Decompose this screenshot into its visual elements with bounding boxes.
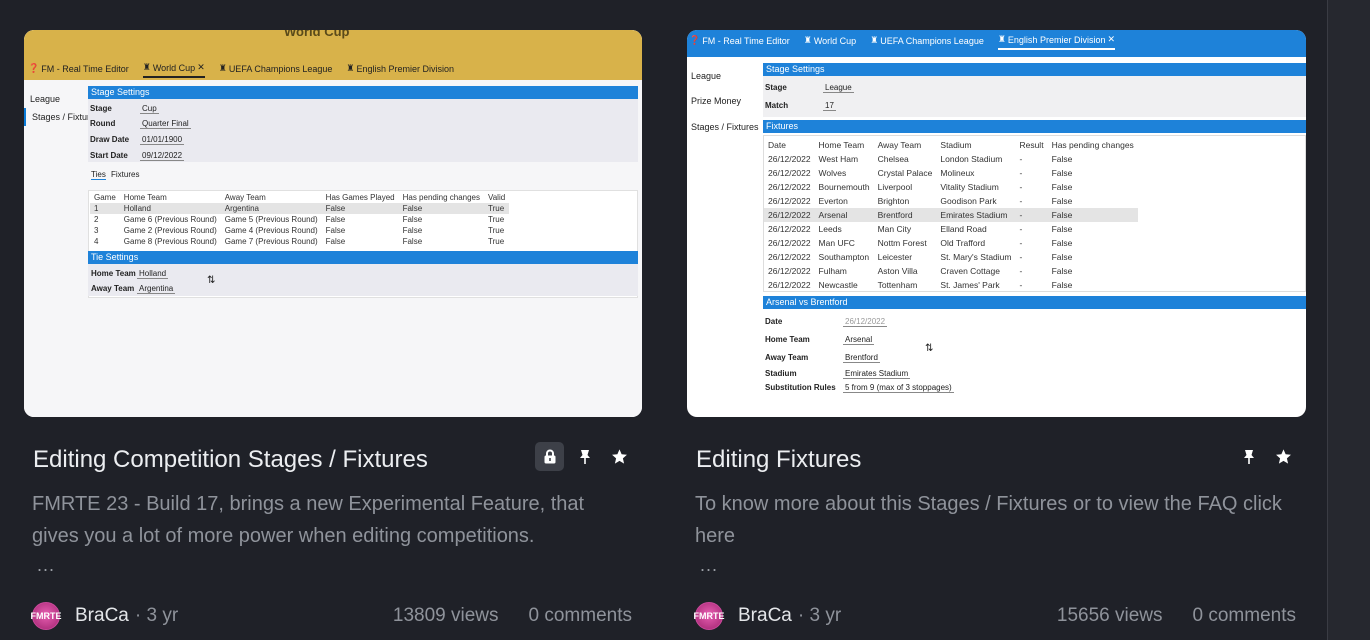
comments-count[interactable]: 0 comments bbox=[1193, 605, 1296, 627]
swap-icon: ⇅ bbox=[925, 343, 934, 354]
article-card[interactable]: World Cup ❓ FM - Real Time Editor ♜ World … bbox=[24, 30, 642, 640]
article-thumbnail[interactable]: ❓ FM - Real Time Editor ♜ World Cup ♜ UEFA … bbox=[687, 30, 1306, 417]
pin-icon[interactable] bbox=[1234, 442, 1263, 471]
views-count: 15656 views bbox=[1056, 605, 1163, 626]
article-thumbnail[interactable]: World Cup ❓ FM - Real Time Editor ♜ World … bbox=[24, 30, 642, 417]
star-icon[interactable] bbox=[1269, 442, 1298, 471]
thumbnail-sidebar: League Prize Money Stages / Fixtures bbox=[691, 71, 759, 132]
more-ellipsis[interactable]: ... bbox=[37, 555, 55, 576]
tab-epl: ♜ English Premier Division bbox=[346, 63, 455, 74]
section-fixtures: Fixtures bbox=[763, 120, 1306, 133]
post-age: · 3 yr bbox=[797, 605, 842, 626]
tab-fm: ❓ FM - Real Time Editor bbox=[689, 35, 790, 46]
post-age: · 3 yr bbox=[134, 605, 179, 626]
section-match: Arsenal vs Brentford bbox=[763, 296, 1306, 309]
ties-table: Game Home Team Away Team Has Games Played Ha… bbox=[90, 192, 510, 247]
banner-text: World Cup bbox=[284, 30, 350, 39]
tab-epl: ♜ English Premier Division ✕ bbox=[997, 34, 1116, 50]
section-tie-settings: Tie Settings bbox=[88, 251, 638, 264]
tab-ucl: ♜ UEFA Champions League bbox=[870, 35, 984, 46]
lock-icon bbox=[535, 442, 564, 471]
views-count: 13809 views bbox=[392, 605, 499, 626]
article-excerpt: To know more about this Stages / Fixture… bbox=[695, 493, 1282, 547]
author-name[interactable]: BraCa bbox=[75, 605, 129, 627]
section-stage-settings: Stage Settings bbox=[763, 63, 1306, 76]
fixtures-table: Date Home Team Away Team Stadium Result Has p… bbox=[764, 138, 1138, 292]
more-ellipsis[interactable]: ... bbox=[700, 555, 718, 576]
thumbnail-tabbar: ❓ FM - Real Time Editor ♜ World Cup ✕ ♜ UEFA… bbox=[28, 62, 642, 78]
article-footer: FMRTE BraCa · 3 yr 13809 views 0 comment… bbox=[31, 600, 632, 632]
thumbnail-tabbar: ❓ FM - Real Time Editor ♜ World Cup ♜ UEFA … bbox=[689, 34, 1306, 50]
tab-world-cup: ♜ World Cup ✕ bbox=[142, 62, 205, 78]
pin-icon[interactable] bbox=[570, 442, 599, 471]
scrollbar-gutter[interactable] bbox=[1327, 0, 1370, 640]
tab-ucl: ♜ UEFA Champions League bbox=[218, 63, 333, 74]
tab-fm: ❓ FM - Real Time Editor bbox=[28, 63, 129, 74]
article-title[interactable]: Editing Fixtures bbox=[696, 446, 861, 474]
article-title[interactable]: Editing Competition Stages / Fixtures bbox=[33, 446, 428, 474]
swap-icon: ⇅ bbox=[207, 275, 216, 286]
author-name[interactable]: BraCa bbox=[738, 605, 792, 627]
comments-count[interactable]: 0 comments bbox=[529, 605, 632, 627]
article-footer: FMRTE BraCa · 3 yr 15656 views 0 comment… bbox=[694, 600, 1296, 632]
article-card[interactable]: ❓ FM - Real Time Editor ♜ World Cup ♜ UEFA … bbox=[687, 30, 1306, 640]
tab-world-cup: ♜ World Cup bbox=[803, 35, 857, 46]
avatar[interactable]: FMRTE bbox=[694, 602, 725, 630]
section-stage-settings: Stage Settings bbox=[88, 86, 638, 99]
star-icon[interactable] bbox=[605, 442, 634, 471]
article-excerpt: FMRTE 23 - Build 17, brings a new Experi… bbox=[32, 493, 585, 547]
avatar[interactable]: FMRTE bbox=[31, 602, 62, 630]
